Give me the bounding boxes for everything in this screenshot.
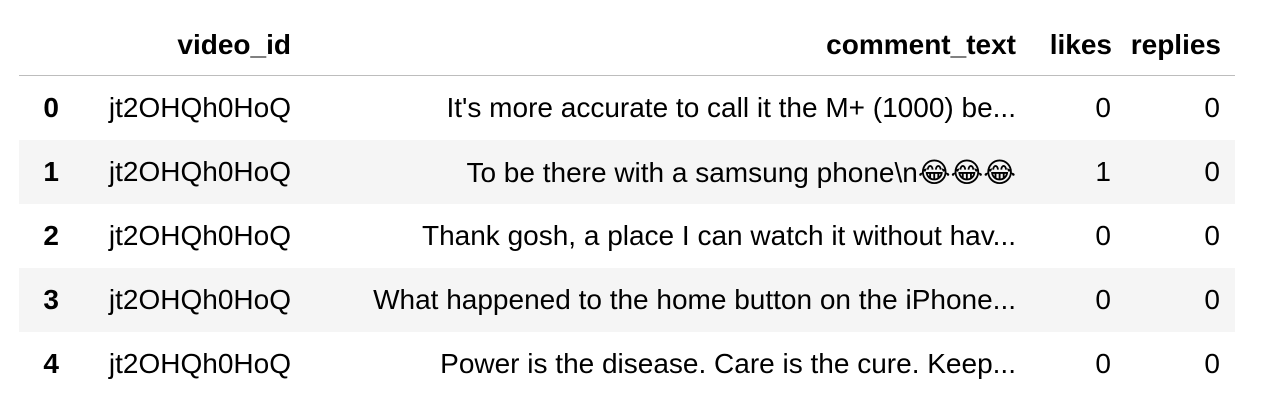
table-row: 1 jt2OHQh0HoQ To be there with a samsung…: [19, 140, 1235, 204]
cell-likes: 0: [1095, 220, 1111, 251]
row-index: 3: [43, 284, 59, 315]
table-body: 0 jt2OHQh0HoQ It's more accurate to call…: [19, 75, 1235, 396]
header-index: [19, 14, 73, 76]
header-row: video_id comment_text likes replies: [19, 14, 1235, 76]
cell-video-id: jt2OHQh0HoQ: [108, 284, 291, 315]
row-index: 1: [43, 156, 59, 187]
table-row: 4 jt2OHQh0HoQ Power is the disease. Care…: [19, 332, 1235, 396]
header-comment-text: comment_text: [305, 14, 1030, 76]
table-header: video_id comment_text likes replies: [19, 14, 1235, 76]
cell-comment-text: What happened to the home button on the …: [373, 284, 1016, 315]
cell-comment-text: It's more accurate to call it the M+ (10…: [446, 92, 1017, 123]
header-replies: replies: [1126, 14, 1235, 76]
row-index: 4: [43, 348, 59, 379]
row-index: 0: [43, 92, 59, 123]
cell-video-id: jt2OHQh0HoQ: [108, 348, 291, 379]
cell-likes: 0: [1095, 92, 1111, 123]
table-row: 0 jt2OHQh0HoQ It's more accurate to call…: [19, 75, 1235, 140]
cell-replies: 0: [1204, 284, 1220, 315]
cell-replies: 0: [1204, 156, 1220, 187]
header-video-id: video_id: [73, 14, 305, 76]
cell-comment-text: Thank gosh, a place I can watch it witho…: [421, 220, 1016, 251]
cell-comment-text: To be there with a samsung phone\n😂😂😂: [466, 156, 1016, 188]
cell-video-id: jt2OHQh0HoQ: [108, 220, 291, 251]
table-row: 3 jt2OHQh0HoQ What happened to the home …: [19, 268, 1235, 332]
dataframe-table: video_id comment_text likes replies 0 jt…: [19, 14, 1235, 396]
cell-replies: 0: [1204, 348, 1220, 379]
row-index: 2: [43, 220, 59, 251]
cell-likes: 0: [1095, 348, 1111, 379]
cell-likes: 0: [1095, 284, 1111, 315]
cell-replies: 0: [1204, 92, 1220, 123]
cell-replies: 0: [1204, 220, 1220, 251]
header-likes: likes: [1030, 14, 1126, 76]
cell-video-id: jt2OHQh0HoQ: [108, 92, 291, 123]
cell-likes: 1: [1095, 156, 1111, 187]
dataframe-table-wrapper: video_id comment_text likes replies 0 jt…: [19, 14, 1235, 396]
cell-comment-text: Power is the disease. Care is the cure. …: [440, 348, 1016, 379]
cell-video-id: jt2OHQh0HoQ: [108, 156, 291, 187]
table-row: 2 jt2OHQh0HoQ Thank gosh, a place I can …: [19, 204, 1235, 268]
